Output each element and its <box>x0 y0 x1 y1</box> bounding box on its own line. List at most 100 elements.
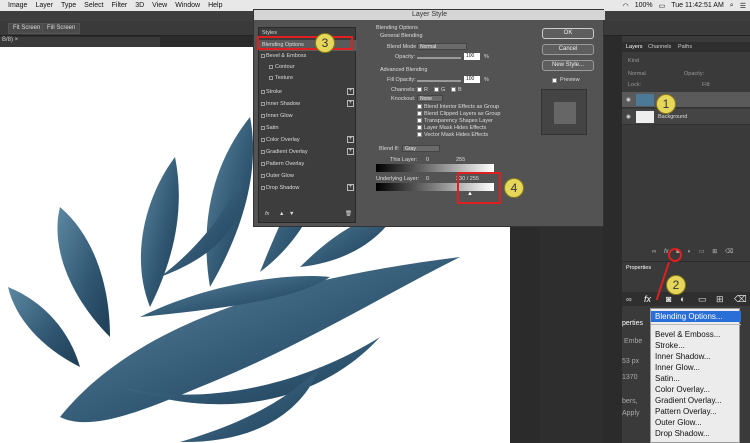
menu-filter[interactable]: Filter <box>112 2 128 9</box>
add-icon[interactable]: + <box>347 184 354 191</box>
style-contour[interactable]: Contour <box>259 62 357 73</box>
add-icon[interactable]: + <box>347 88 354 95</box>
checkbox[interactable] <box>261 54 265 58</box>
menu-help[interactable]: Help <box>208 2 222 9</box>
style-satin[interactable]: Satin <box>259 123 357 134</box>
channel-g-checkbox[interactable] <box>434 87 439 92</box>
menu-drop-shadow[interactable]: Drop Shadow... <box>651 428 741 439</box>
checkbox[interactable] <box>261 150 265 154</box>
ok-button[interactable]: OK <box>542 28 594 39</box>
folder-icon[interactable]: ▭ <box>698 294 707 305</box>
blend-mode-select[interactable]: Normal <box>417 43 467 50</box>
checkbox[interactable] <box>261 102 265 106</box>
checkbox[interactable] <box>269 76 273 80</box>
menu-color-overlay[interactable]: Color Overlay... <box>651 384 741 395</box>
new-layer-icon[interactable]: ⊞ <box>712 249 717 255</box>
cancel-button[interactable]: Cancel <box>542 44 594 55</box>
menu-type[interactable]: Type <box>61 2 76 9</box>
tab-channels[interactable]: Channels <box>648 44 671 50</box>
menu-view[interactable]: View <box>152 2 167 9</box>
blend-if-select[interactable]: Gray <box>402 145 440 152</box>
blend-clipped-checkbox[interactable] <box>417 111 422 116</box>
add-icon[interactable]: + <box>347 136 354 143</box>
menu-outer-glow[interactable]: Outer Glow... <box>651 417 741 428</box>
style-stroke[interactable]: Stroke + <box>259 87 357 98</box>
style-inner-shadow[interactable]: Inner Shadow + <box>259 99 357 110</box>
this-layer-gradient[interactable] <box>376 164 494 172</box>
menu-list-icon[interactable]: ☰ <box>740 2 746 10</box>
checkbox[interactable] <box>261 126 265 130</box>
menu-select[interactable]: Select <box>84 2 103 9</box>
layer-row-photo[interactable]: ◉ <box>622 92 750 108</box>
eye-icon[interactable]: ◉ <box>626 97 631 103</box>
checkbox[interactable] <box>261 162 265 166</box>
menu-image[interactable]: Image <box>8 2 27 9</box>
layer-blend-mode[interactable]: Normal <box>628 71 646 77</box>
checkbox[interactable] <box>269 65 273 69</box>
mask-icon[interactable]: ◙ <box>666 294 671 304</box>
menu-inner-glow[interactable]: Inner Glow... <box>651 362 741 373</box>
fill-opacity-slider[interactable] <box>417 80 461 82</box>
channel-b-checkbox[interactable] <box>451 87 456 92</box>
menu-window[interactable]: Window <box>175 2 200 9</box>
battery-icon[interactable]: ▭ <box>659 2 666 10</box>
menu-3d[interactable]: 3D <box>135 2 144 9</box>
adjustment-icon[interactable]: ◐ <box>688 249 692 255</box>
fill-opacity-field[interactable]: 100 <box>464 76 480 83</box>
style-drop-shadow[interactable]: Drop Shadow + <box>259 183 357 194</box>
blend-interior-checkbox[interactable] <box>417 104 422 109</box>
menu-satin[interactable]: Satin... <box>651 373 741 384</box>
style-color-overlay[interactable]: Color Overlay + <box>259 135 357 146</box>
opacity-slider[interactable] <box>417 57 461 59</box>
layer-row-background[interactable]: ◉ Background <box>622 109 750 125</box>
document-tab[interactable]: B/8) × <box>0 37 160 47</box>
trash-icon[interactable]: 🗑 <box>345 211 352 217</box>
opacity-field[interactable]: 100 <box>464 53 480 60</box>
search-icon[interactable]: ⌕ <box>730 2 734 10</box>
checkbox[interactable] <box>261 138 265 142</box>
tab-layers[interactable]: Layers <box>626 44 643 50</box>
style-pattern-overlay[interactable]: Pattern Overlay <box>259 159 357 170</box>
clock[interactable]: Tue 11:42:51 AM <box>671 2 724 9</box>
menu-inner-shadow[interactable]: Inner Shadow... <box>651 351 741 362</box>
layer-filter-kind[interactable]: Kind <box>628 58 639 64</box>
checkbox[interactable] <box>261 114 265 118</box>
menu-bevel-emboss[interactable]: Bevel & Emboss... <box>651 329 741 340</box>
layer-mask-checkbox[interactable] <box>417 125 422 130</box>
trash-icon[interactable]: ⌫ <box>725 249 733 255</box>
vector-mask-checkbox[interactable] <box>417 132 422 137</box>
tab-paths[interactable]: Paths <box>678 44 692 50</box>
eye-icon[interactable]: ◉ <box>626 114 631 120</box>
style-bevel-emboss[interactable]: Bevel & Emboss <box>259 51 357 62</box>
add-icon[interactable]: + <box>347 148 354 155</box>
knockout-select[interactable]: None <box>417 95 443 102</box>
style-inner-glow[interactable]: Inner Glow <box>259 111 357 122</box>
style-texture[interactable]: Texture <box>259 73 357 84</box>
move-up-icon[interactable]: ▲ <box>279 211 284 217</box>
menu-stroke[interactable]: Stroke... <box>651 340 741 351</box>
checkbox[interactable] <box>261 186 265 190</box>
add-icon[interactable]: + <box>347 100 354 107</box>
fit-screen-button[interactable]: Fit Screen <box>8 23 46 34</box>
fill-screen-button[interactable]: Fill Screen <box>42 23 81 34</box>
new-layer-icon[interactable]: ⊞ <box>716 294 724 305</box>
menu-pattern-overlay[interactable]: Pattern Overlay... <box>651 406 741 417</box>
style-outer-glow[interactable]: Outer Glow <box>259 171 357 182</box>
folder-icon[interactable]: ▭ <box>699 249 705 255</box>
preview-checkbox[interactable] <box>552 78 557 83</box>
adjustment-icon[interactable]: ◐ <box>680 294 685 304</box>
menu-gradient-overlay[interactable]: Gradient Overlay... <box>651 395 741 406</box>
checkbox[interactable] <box>261 90 265 94</box>
link-icon[interactable]: ∞ <box>652 249 656 255</box>
link-icon[interactable]: ∞ <box>626 295 632 304</box>
checkbox[interactable] <box>261 174 265 178</box>
wifi-icon[interactable]: ◠ <box>623 2 629 10</box>
fx-icon[interactable]: fx <box>265 211 269 217</box>
trash-icon[interactable]: ⌫ <box>734 294 747 305</box>
move-down-icon[interactable]: ▼ <box>289 211 294 217</box>
menu-blending-options[interactable]: Blending Options... <box>651 311 741 322</box>
style-gradient-overlay[interactable]: Gradient Overlay + <box>259 147 357 158</box>
new-style-button[interactable]: New Style... <box>542 60 594 71</box>
fx-icon[interactable]: fx <box>644 294 651 304</box>
menu-layer[interactable]: Layer <box>35 2 53 9</box>
